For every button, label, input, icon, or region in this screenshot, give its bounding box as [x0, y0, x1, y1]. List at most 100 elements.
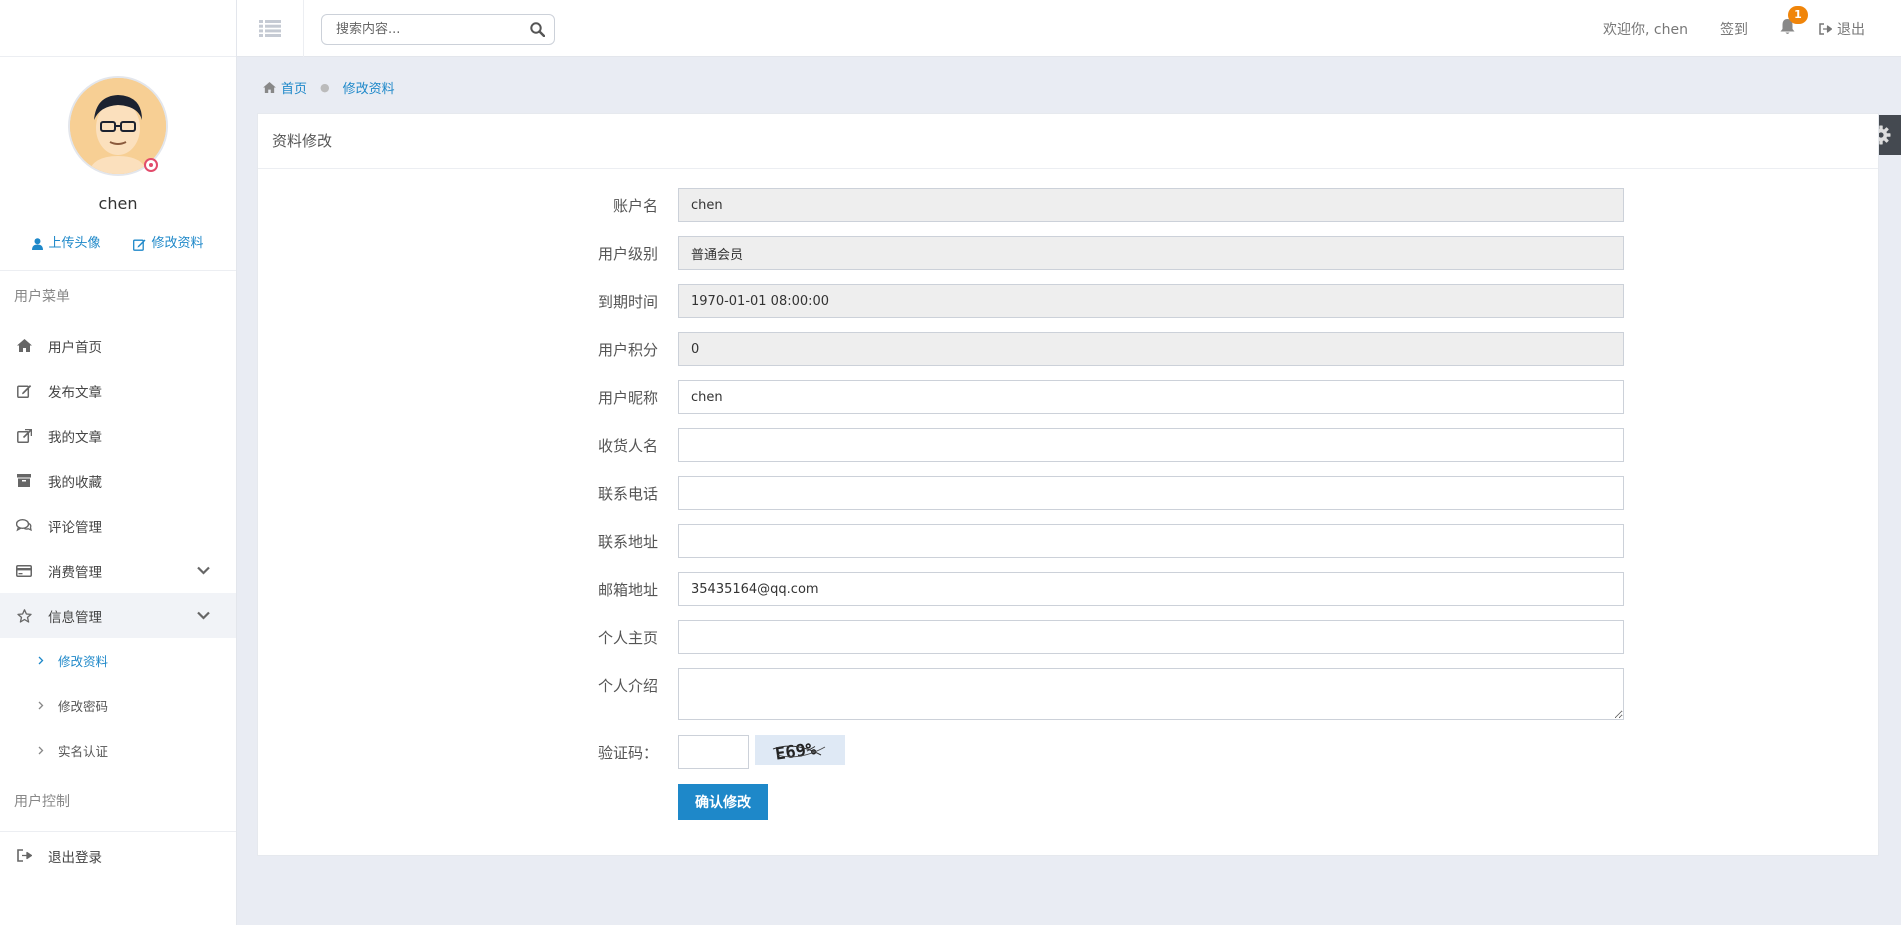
list-icon	[259, 20, 281, 37]
sign-out-icon	[1819, 22, 1832, 35]
captcha-graphic: E69%	[772, 739, 826, 765]
sidebar-item-label: 评论管理	[48, 519, 102, 536]
archive-icon	[16, 473, 32, 489]
intro-label: 个人介绍	[597, 677, 658, 695]
homepage-field[interactable]	[678, 620, 1624, 654]
profile-links: 上传头像 修改资料	[0, 233, 236, 255]
receiver-field[interactable]	[678, 428, 1624, 462]
nickname-field[interactable]	[678, 380, 1624, 414]
sidebar-item-label: 消费管理	[48, 564, 102, 581]
sidebar-item-logout[interactable]: 退出登录	[0, 832, 236, 879]
panel-title: 资料修改	[258, 114, 1878, 169]
nickname-label: 用户昵称	[597, 389, 658, 407]
chevron-down-icon	[197, 608, 210, 624]
online-status-icon	[144, 158, 158, 172]
breadcrumb-home[interactable]: 首页	[263, 78, 307, 97]
search-input[interactable]	[322, 15, 512, 44]
sidebar-item-label: 我的收藏	[48, 474, 102, 491]
expire-label: 到期时间	[597, 293, 658, 311]
welcome-text: 欢迎你, chen	[1603, 21, 1688, 38]
logout-label: 退出	[1837, 21, 1865, 38]
home-icon	[263, 81, 276, 93]
email-field[interactable]	[678, 572, 1624, 606]
checkin-link[interactable]: 签到	[1720, 19, 1748, 39]
user-control-header: 用户控制	[14, 794, 70, 810]
sidebar-item-label: 我的文章	[48, 429, 102, 446]
sign-out-icon	[16, 848, 32, 864]
comments-icon	[16, 518, 32, 534]
notification-button[interactable]: 1	[1780, 6, 1808, 39]
breadcrumb: 首页 ● 修改资料	[263, 76, 395, 98]
sidebar-item-info-management[interactable]: 信息管理	[0, 593, 236, 638]
account-label: 账户名	[612, 197, 658, 215]
sidebar-item-publish-article[interactable]: 发布文章	[0, 368, 236, 413]
topbar: 欢迎你, chen 签到 1 退出	[237, 0, 1901, 57]
address-label: 联系地址	[597, 533, 658, 551]
user-icon	[32, 238, 44, 250]
sidebar-subitem-label: 实名认证	[58, 744, 109, 759]
confirm-submit-button[interactable]: 确认修改	[678, 784, 768, 820]
sidebar-item-label: 发布文章	[48, 384, 102, 401]
sidebar-item-label: 用户首页	[48, 339, 102, 356]
sidebar-item-label: 退出登录	[48, 849, 102, 866]
external-link-icon	[16, 428, 32, 444]
topbar-right: 欢迎你, chen 签到 1 退出	[1603, 0, 1901, 57]
email-label: 邮箱地址	[597, 581, 658, 599]
user-profile-card: chen 上传头像 修改资料	[0, 57, 236, 255]
level-field[interactable]	[678, 236, 1624, 270]
points-label: 用户积分	[597, 341, 658, 359]
sidebar-item-my-favorites[interactable]: 我的收藏	[0, 458, 236, 503]
sidebar-subitem-change-password[interactable]: 修改密码	[0, 683, 236, 728]
star-icon	[16, 608, 32, 624]
captcha-text: E69%	[774, 739, 818, 765]
homepage-label: 个人主页	[597, 629, 658, 647]
phone-label: 联系电话	[597, 485, 658, 503]
receiver-label: 收货人名	[597, 437, 658, 455]
sidebar-item-my-articles[interactable]: 我的文章	[0, 413, 236, 458]
intro-textarea[interactable]	[678, 668, 1624, 720]
avatar-wrapper	[68, 76, 168, 176]
upload-avatar-label: 上传头像	[48, 236, 101, 251]
edit-profile-label: 修改资料	[151, 236, 204, 251]
points-field[interactable]	[678, 332, 1624, 366]
breadcrumb-separator: ●	[320, 80, 330, 94]
captcha-input[interactable]	[678, 735, 749, 769]
search-box	[321, 14, 555, 45]
captcha-image[interactable]: E69%	[755, 735, 845, 765]
level-label: 用户级别	[597, 245, 658, 263]
breadcrumb-home-label: 首页	[281, 81, 308, 97]
account-field[interactable]	[678, 188, 1624, 222]
search-icon[interactable]	[530, 22, 546, 41]
sidebar-item-user-home[interactable]: 用户首页	[0, 323, 236, 368]
chevron-down-icon	[197, 563, 210, 579]
user-menu-header: 用户菜单	[14, 289, 70, 305]
sidebar-subitem-real-name-auth[interactable]: 实名认证	[0, 728, 236, 773]
chevron-right-icon	[38, 699, 44, 713]
edit-icon	[133, 239, 146, 251]
chevron-right-icon	[38, 654, 44, 668]
upload-avatar-link[interactable]: 上传头像	[32, 233, 101, 255]
sidebar-subitem-edit-profile[interactable]: 修改资料	[0, 638, 236, 683]
sidebar-item-label: 信息管理	[48, 609, 102, 626]
sidebar-subitem-label: 修改密码	[58, 699, 109, 714]
sidebar-logo-area	[0, 0, 236, 57]
chevron-right-icon	[38, 744, 44, 758]
profile-edit-panel: 资料修改 账户名 用户级别 到期时间 用户积分 用户昵称 收货人名 联系电话 联…	[257, 113, 1879, 856]
credit-card-icon	[16, 563, 32, 579]
logout-link[interactable]: 退出	[1819, 19, 1865, 39]
sidebar-item-consumption[interactable]: 消费管理	[0, 548, 236, 593]
captcha-label: 验证码：	[597, 744, 658, 762]
sidebar-subitem-label: 修改资料	[58, 654, 109, 669]
sidebar-item-comments[interactable]: 评论管理	[0, 503, 236, 548]
home-icon	[16, 338, 32, 354]
sidebar: chen 上传头像 修改资料 用户菜单 用户首页 发布文章 我的文章 我的收藏 …	[0, 0, 237, 925]
breadcrumb-current[interactable]: 修改资料	[343, 78, 395, 97]
edit-icon	[16, 383, 32, 399]
notification-badge: 1	[1788, 6, 1808, 24]
expire-field[interactable]	[678, 284, 1624, 318]
address-field[interactable]	[678, 524, 1624, 558]
username: chen	[98, 194, 138, 213]
edit-profile-link[interactable]: 修改资料	[133, 233, 204, 255]
sidebar-toggle-button[interactable]	[237, 0, 304, 57]
phone-field[interactable]	[678, 476, 1624, 510]
